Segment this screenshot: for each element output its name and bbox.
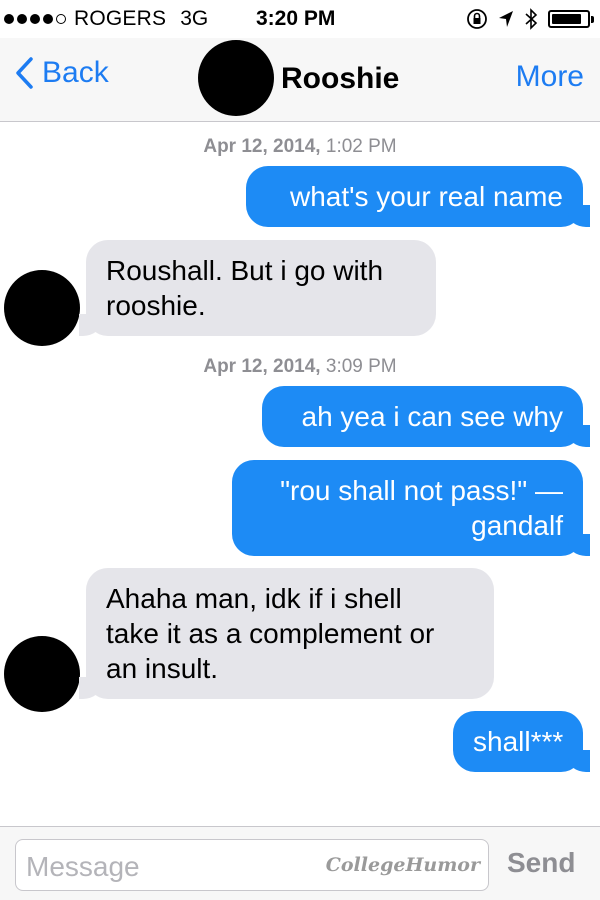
battery-level [552, 14, 581, 24]
lock-rotation-icon [467, 9, 487, 29]
bluetooth-icon [525, 8, 538, 30]
timestamp-time: 3:09 PM [325, 356, 397, 377]
message-bubble-received[interactable]: Roushall. But i go with rooshie. [79, 240, 436, 336]
message-line: an insult. [106, 653, 219, 684]
timestamp-date: Apr 12, 2014, [203, 356, 321, 377]
message-input[interactable]: Message CollegeHumor [15, 839, 489, 891]
back-button[interactable]: Back [14, 56, 109, 90]
more-button[interactable]: More [516, 60, 584, 94]
timestamp-time: 1:02 PM [325, 136, 397, 157]
message-composer: Message CollegeHumor Send [0, 826, 600, 900]
contact-avatar[interactable] [198, 40, 274, 116]
message-bubble-sent[interactable]: shall*** [453, 711, 590, 772]
chevron-left-icon [16, 57, 33, 89]
message-bubble-sent[interactable]: "rou shall not pass!" — gandalf [232, 460, 590, 556]
sender-avatar[interactable] [4, 270, 80, 346]
navigation-bar: Back Rooshie More [0, 38, 600, 122]
timestamp-date: Apr 12, 2014, [203, 136, 321, 157]
status-bar: ROGERS 3G 3:20 PM [0, 0, 600, 38]
collegehumor-watermark: CollegeHumor [325, 854, 480, 876]
message-line: what's your real name [289, 181, 563, 212]
signal-dot [30, 14, 40, 24]
status-time: 3:20 PM [256, 7, 336, 30]
send-button[interactable]: Send [507, 847, 575, 879]
signal-dot-empty [56, 14, 66, 24]
signal-dot [43, 14, 53, 24]
message-line: Ahaha man, idk if i shell [106, 583, 402, 614]
message-line: Roushall. But i go with [106, 255, 384, 286]
network-type: 3G [180, 7, 209, 30]
status-right [466, 8, 594, 30]
message-bubble-sent[interactable]: what's your real name [246, 166, 590, 227]
message-placeholder: Message [26, 851, 140, 882]
timestamp: Apr 12, 2014, 3:09 PM [0, 356, 600, 378]
message-line: shall*** [473, 726, 564, 757]
status-left: ROGERS 3G [4, 7, 208, 31]
timestamp: Apr 12, 2014, 1:02 PM [0, 136, 600, 158]
message-line: rooshie. [106, 290, 206, 321]
message-bubble-received[interactable]: Ahaha man, idk if i shell take it as a c… [79, 568, 494, 699]
message-bubble-sent[interactable]: ah yea i can see why [262, 386, 590, 447]
battery-icon [548, 10, 594, 28]
contact-name[interactable]: Rooshie [281, 62, 399, 96]
carrier-name: ROGERS [74, 7, 167, 30]
signal-strength-icon [4, 14, 66, 24]
signal-dot [17, 14, 27, 24]
signal-dot [4, 14, 14, 24]
message-line: take it as a complement or [106, 618, 435, 649]
message-line: "rou shall not pass!" — [280, 475, 563, 506]
back-label: Back [42, 56, 109, 89]
sender-avatar[interactable] [4, 636, 80, 712]
message-line: gandalf [471, 510, 563, 541]
location-arrow-icon [499, 11, 513, 27]
message-line: ah yea i can see why [301, 401, 564, 432]
